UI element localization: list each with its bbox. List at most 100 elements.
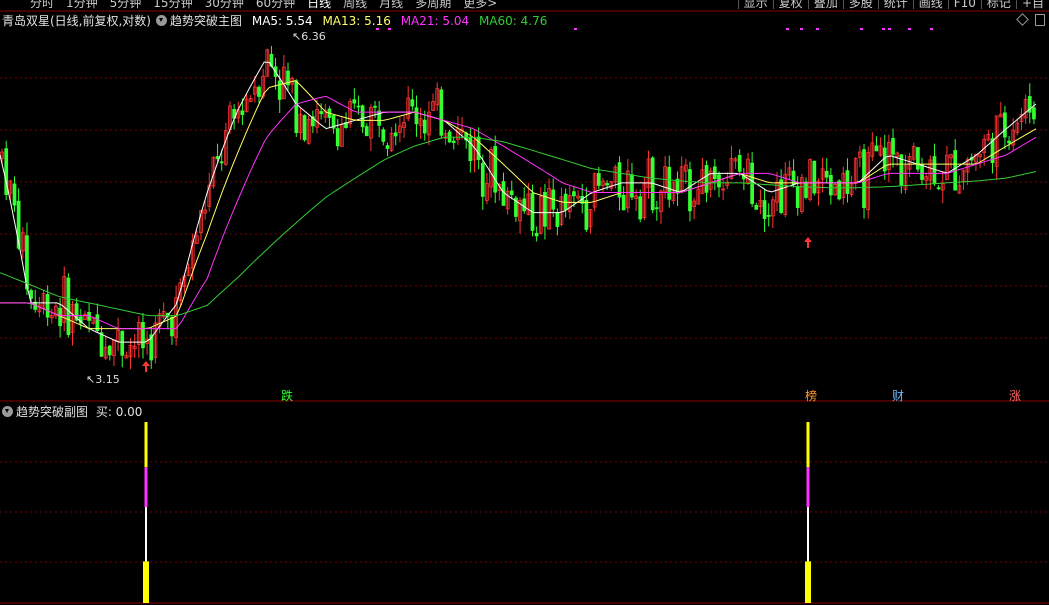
buy-arrow-icon <box>142 361 150 372</box>
candle-body <box>66 277 71 336</box>
candle-body <box>638 196 643 220</box>
signal-dot <box>376 28 379 30</box>
candle-body <box>414 107 419 125</box>
candle-body <box>385 145 390 149</box>
candle-body <box>257 86 261 97</box>
candle-body <box>654 207 659 210</box>
candle-body <box>766 214 771 217</box>
signal-dot <box>888 28 891 30</box>
ma-line-ma21 <box>0 95 1037 330</box>
candle-body <box>468 136 473 162</box>
ma-line-ma5 <box>0 61 1037 343</box>
candle-body <box>141 322 145 349</box>
low-price-value: 3.15 <box>95 373 120 386</box>
signal-bar-white <box>807 507 809 562</box>
sub-indicator-menu-icon[interactable] <box>2 406 13 417</box>
candle-body <box>936 187 941 190</box>
candle-body <box>319 111 324 115</box>
signal-bar-base <box>143 561 149 603</box>
sub-indicator-name: 趋势突破副图 <box>16 405 89 419</box>
candle-body <box>555 212 560 227</box>
candle-body <box>1032 107 1036 120</box>
candle-body <box>451 140 456 143</box>
candle-body <box>837 180 842 200</box>
candle-body <box>596 173 601 186</box>
candle-body <box>1007 140 1011 144</box>
candle-body <box>584 199 589 230</box>
candle-body <box>381 129 386 142</box>
candle-body <box>393 132 398 137</box>
candle-body <box>120 330 125 356</box>
candle-body <box>302 115 307 141</box>
candle-body <box>737 155 742 172</box>
signal-bar-white <box>145 507 147 562</box>
candle-body <box>824 170 829 178</box>
candle-body <box>543 191 547 227</box>
candle-body <box>845 170 850 194</box>
candle-body <box>1003 112 1007 138</box>
candle-body <box>493 146 498 193</box>
candle-body <box>45 294 50 318</box>
signal-dot <box>388 28 391 30</box>
event-tag-cai[interactable]: 财 <box>892 387 904 404</box>
low-price-label: ↖3.15 <box>86 373 120 386</box>
candle-body <box>58 307 62 327</box>
low-pointer-icon: ↖ <box>86 373 96 386</box>
signal-bar-mid <box>806 467 810 508</box>
signal-dot <box>800 28 803 30</box>
candle-body <box>704 165 709 193</box>
candle-body <box>795 186 800 208</box>
candle-body <box>762 200 767 219</box>
candle-body <box>422 119 427 134</box>
candle-body <box>107 345 112 356</box>
signal-bar-base <box>805 561 811 603</box>
event-tag-die[interactable]: 跌 <box>281 387 293 404</box>
signal-bar-top <box>144 422 148 468</box>
signal-dot <box>574 28 577 30</box>
candle-body <box>12 183 17 206</box>
candle-body <box>617 162 622 198</box>
candle-body <box>352 99 357 104</box>
candle-body <box>754 204 759 210</box>
high-pointer-icon: ↖ <box>292 30 302 43</box>
candle-body <box>356 105 361 108</box>
candle-body <box>509 190 514 195</box>
high-price-label: ↖6.36 <box>292 30 326 43</box>
candle-body <box>215 156 220 160</box>
candle-body <box>605 183 609 186</box>
ma-line-ma60 <box>0 136 1037 317</box>
signal-bar-top <box>806 422 810 468</box>
candle-body <box>804 181 808 198</box>
candle-body <box>791 170 796 185</box>
candle-body <box>240 110 245 116</box>
candle-body <box>779 179 783 213</box>
candle-body <box>667 166 672 200</box>
candle-body <box>874 145 879 152</box>
event-tag-zhang[interactable]: 涨 <box>1009 387 1021 404</box>
candle-body <box>294 80 299 133</box>
candle-body <box>829 174 833 196</box>
signal-dot <box>816 28 819 30</box>
candle-body <box>410 99 415 107</box>
signal-dot <box>882 28 885 30</box>
signal-bar-mid <box>144 467 148 508</box>
signal-dot <box>930 28 933 30</box>
signal-dot <box>908 28 911 30</box>
price-chart[interactable] <box>0 0 1049 605</box>
candle-body <box>572 191 576 197</box>
candle-body <box>439 89 444 136</box>
signal-dot <box>860 28 863 30</box>
candle-body <box>170 316 174 337</box>
candle-body <box>480 162 485 197</box>
candle-body <box>277 80 282 100</box>
candle-body <box>360 105 365 128</box>
signal-dot <box>786 28 789 30</box>
candle-body <box>920 164 924 180</box>
event-tag-bang[interactable]: 榜 <box>805 387 817 404</box>
candle-body <box>335 128 340 147</box>
candle-body <box>712 166 717 180</box>
candle-body <box>373 105 377 108</box>
buy-arrow-icon <box>804 237 812 248</box>
candle-body <box>534 232 539 237</box>
candle-body <box>219 161 224 164</box>
